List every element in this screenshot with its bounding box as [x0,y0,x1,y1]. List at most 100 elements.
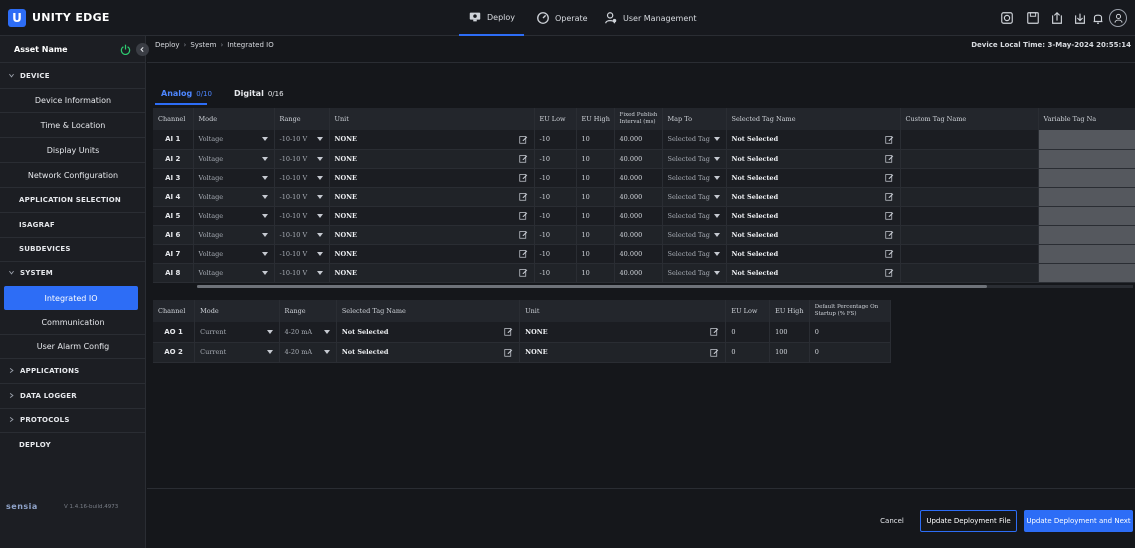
unit-cell[interactable]: NONE [329,244,535,264]
sidebar-item-network-configuration[interactable]: Network Configuration [0,163,146,187]
interval-input[interactable]: 40.000 [614,244,663,264]
update-deployment-file-button[interactable]: Update Deployment File [920,510,1017,532]
mode-select[interactable]: Voltage [193,130,275,150]
sidebar-item-communication[interactable]: Communication [0,310,146,334]
selected-tag-cell[interactable]: Not Selected [726,130,901,150]
mode-select[interactable]: Voltage [193,149,275,169]
unit-cell[interactable]: NONE [329,168,535,188]
custom-tag-input[interactable] [900,187,1039,207]
eu-high-input[interactable]: 10 [576,225,615,245]
edit-icon[interactable] [710,348,719,357]
sidebar-item-device-information[interactable]: Device Information [0,88,146,112]
map-to-select[interactable]: Selected Tag [662,130,727,150]
sidebar-item-time-location[interactable]: Time & Location [0,113,146,137]
edit-icon[interactable] [518,211,528,220]
eu-low-input[interactable]: -10 [534,263,577,283]
collapse-sidebar-button[interactable] [136,43,149,56]
sidebar-section-applications[interactable]: APPLICATIONS [0,359,146,383]
map-to-select[interactable]: Selected Tag [662,168,727,188]
eu-high-input[interactable]: 10 [576,263,615,283]
sidebar-section-application-selection[interactable]: APPLICATION SELECTION [0,188,146,212]
mode-select[interactable]: Current [194,322,280,343]
edit-icon[interactable] [710,327,719,336]
custom-tag-input[interactable] [900,149,1039,169]
interval-input[interactable]: 40.000 [614,263,663,283]
map-to-select[interactable]: Selected Tag [662,225,727,245]
edit-icon[interactable] [504,327,513,336]
edit-icon[interactable] [518,268,528,277]
eu-high-input[interactable]: 10 [576,130,615,150]
map-to-select[interactable]: Selected Tag [662,263,727,283]
sidebar-section-device[interactable]: DEVICE [0,64,146,88]
device-icon[interactable] [1000,11,1014,25]
unit-cell[interactable]: NONE [329,149,535,169]
range-select[interactable]: -10-10 V [274,263,330,283]
eu-low-input[interactable]: -10 [534,187,577,207]
eu-low-input[interactable]: -10 [534,225,577,245]
tab-analog[interactable]: Analog 0/10 [161,89,212,98]
edit-icon[interactable] [518,249,528,258]
eu-low-input[interactable]: -10 [534,206,577,226]
range-select[interactable]: 4-20 mA [279,342,337,363]
tab-digital[interactable]: Digital 0/16 [234,89,284,98]
sidebar-section-isagraf[interactable]: ISAGRAF [0,213,146,237]
eu-high-input[interactable]: 10 [576,206,615,226]
mode-select[interactable]: Voltage [193,225,275,245]
breadcrumb-deploy[interactable]: Deploy [155,41,180,49]
edit-icon[interactable] [884,249,894,258]
horizontal-scrollbar[interactable] [197,285,1133,288]
edit-icon[interactable] [518,154,528,163]
eu-low-input[interactable]: -10 [534,244,577,264]
scrollbar-thumb[interactable] [197,285,987,288]
range-select[interactable]: -10-10 V [274,206,330,226]
selected-tag-cell[interactable]: Not Selected [726,244,901,264]
cancel-button[interactable]: Cancel [872,513,912,530]
nav-tab-deploy[interactable]: Deploy [459,0,524,36]
mode-select[interactable]: Voltage [193,187,275,207]
mode-select[interactable]: Voltage [193,244,275,264]
eu-low-input[interactable]: 0 [725,342,771,363]
selected-tag-cell[interactable]: Not Selected [726,168,901,188]
map-to-select[interactable]: Selected Tag [662,187,727,207]
edit-icon[interactable] [518,135,528,144]
user-avatar[interactable] [1109,9,1127,27]
custom-tag-input[interactable] [900,244,1039,264]
eu-high-input[interactable]: 10 [576,244,615,264]
unit-cell[interactable]: NONE [329,187,535,207]
edit-icon[interactable] [518,192,528,201]
upload-icon[interactable] [1050,11,1064,25]
unit-cell[interactable]: NONE [519,322,727,343]
sidebar-section-subdevices[interactable]: SUBDEVICES [0,237,146,261]
unit-cell[interactable]: NONE [519,342,727,363]
edit-icon[interactable] [884,135,894,144]
custom-tag-input[interactable] [900,206,1039,226]
range-select[interactable]: -10-10 V [274,149,330,169]
eu-low-input[interactable]: 0 [725,322,771,343]
interval-input[interactable]: 40.000 [614,149,663,169]
sidebar-item-user-alarm-config[interactable]: User Alarm Config [0,334,146,358]
selected-tag-cell[interactable]: Not Selected [336,342,521,363]
edit-icon[interactable] [884,230,894,239]
save-icon[interactable] [1026,11,1040,25]
edit-icon[interactable] [518,230,528,239]
edit-icon[interactable] [884,211,894,220]
breadcrumb-system[interactable]: System [190,41,216,49]
edit-icon[interactable] [884,268,894,277]
power-icon[interactable] [120,44,131,55]
eu-high-input[interactable]: 10 [576,149,615,169]
eu-high-input[interactable]: 100 [769,342,810,363]
selected-tag-cell[interactable]: Not Selected [726,187,901,207]
update-deployment-and-next-button[interactable]: Update Deployment and Next [1024,510,1133,532]
range-select[interactable]: -10-10 V [274,244,330,264]
nav-tab-operate[interactable]: Operate [536,0,588,36]
nav-tab-user-management[interactable]: User Management [604,0,696,36]
sidebar-section-deploy[interactable]: DEPLOY [0,433,146,457]
custom-tag-input[interactable] [900,130,1039,150]
map-to-select[interactable]: Selected Tag [662,149,727,169]
eu-low-input[interactable]: -10 [534,149,577,169]
range-select[interactable]: -10-10 V [274,168,330,188]
unit-cell[interactable]: NONE [329,225,535,245]
selected-tag-cell[interactable]: Not Selected [726,206,901,226]
interval-input[interactable]: 40.000 [614,168,663,188]
sidebar-item-display-units[interactable]: Display Units [0,138,146,162]
